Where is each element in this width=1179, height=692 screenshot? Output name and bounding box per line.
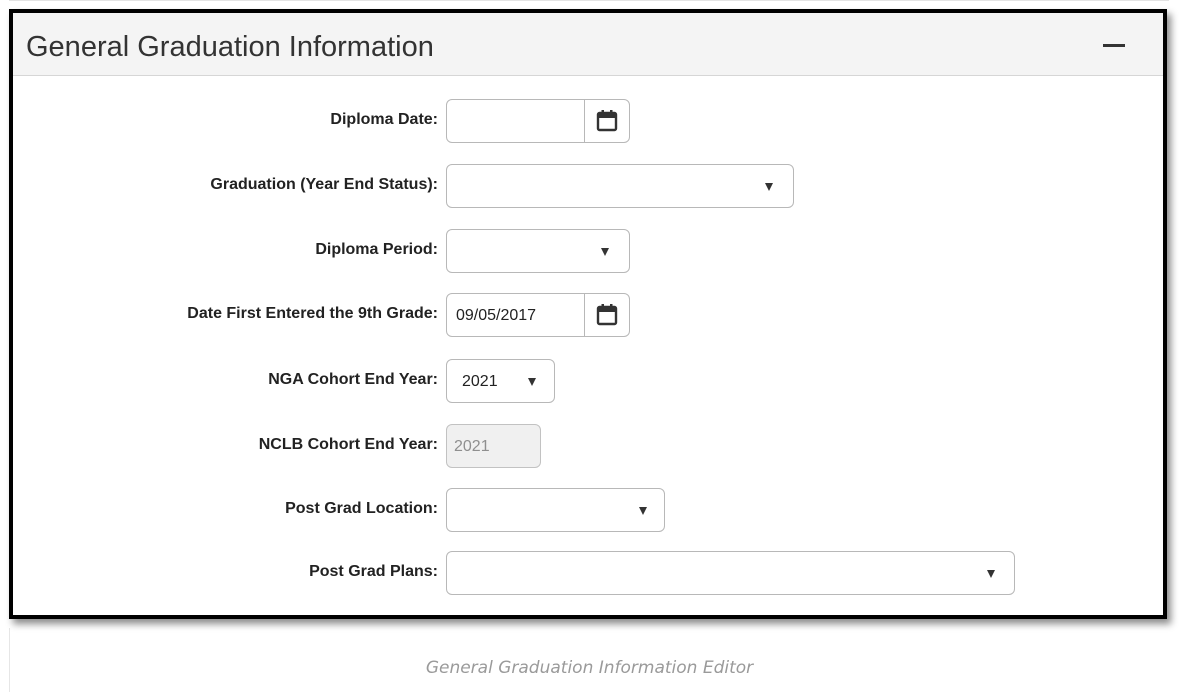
post-grad-plans-label: Post Grad Plans: <box>309 563 438 580</box>
nclb-cohort-value: 2021 <box>454 438 490 455</box>
nga-cohort-select[interactable]: 2021 <box>446 359 555 403</box>
dropdown-arrow-icon <box>765 183 773 191</box>
nclb-cohort-field: 2021 <box>446 424 541 468</box>
dropdown-arrow-icon <box>639 507 647 515</box>
minus-icon[interactable] <box>1103 44 1125 47</box>
post-grad-location-select[interactable] <box>446 488 665 532</box>
date-first-entered-field[interactable]: 09/05/2017 <box>446 293 630 337</box>
diploma-date-field[interactable] <box>446 99 630 143</box>
date-first-entered-value: 09/05/2017 <box>456 307 537 324</box>
panel-header: General Graduation Information <box>13 13 1163 76</box>
dropdown-arrow-icon <box>987 570 995 578</box>
calendar-icon[interactable] <box>584 100 629 142</box>
graduation-info-panel: General Graduation Information Diploma D… <box>9 9 1167 619</box>
diploma-period-select[interactable] <box>446 229 630 273</box>
post-grad-plans-select[interactable] <box>446 551 1015 595</box>
figure-caption: General Graduation Information Editor <box>425 658 754 678</box>
panel-title: General Graduation Information <box>26 31 434 63</box>
nga-cohort-label: NGA Cohort End Year: <box>268 371 438 388</box>
graduation-status-label: Graduation (Year End Status): <box>210 176 438 193</box>
calendar-icon[interactable] <box>584 294 629 336</box>
graduation-status-select[interactable] <box>446 164 794 208</box>
dropdown-arrow-icon <box>601 248 609 256</box>
nclb-cohort-label: NCLB Cohort End Year: <box>258 436 438 453</box>
date-first-entered-label: Date First Entered the 9th Grade: <box>187 305 438 322</box>
dropdown-arrow-icon <box>528 378 536 386</box>
nga-cohort-value: 2021 <box>462 373 498 390</box>
diploma-period-label: Diploma Period: <box>315 241 438 258</box>
page-top-divider <box>9 0 1169 7</box>
diploma-date-label: Diploma Date: <box>330 111 438 128</box>
post-grad-location-label: Post Grad Location: <box>285 500 438 517</box>
